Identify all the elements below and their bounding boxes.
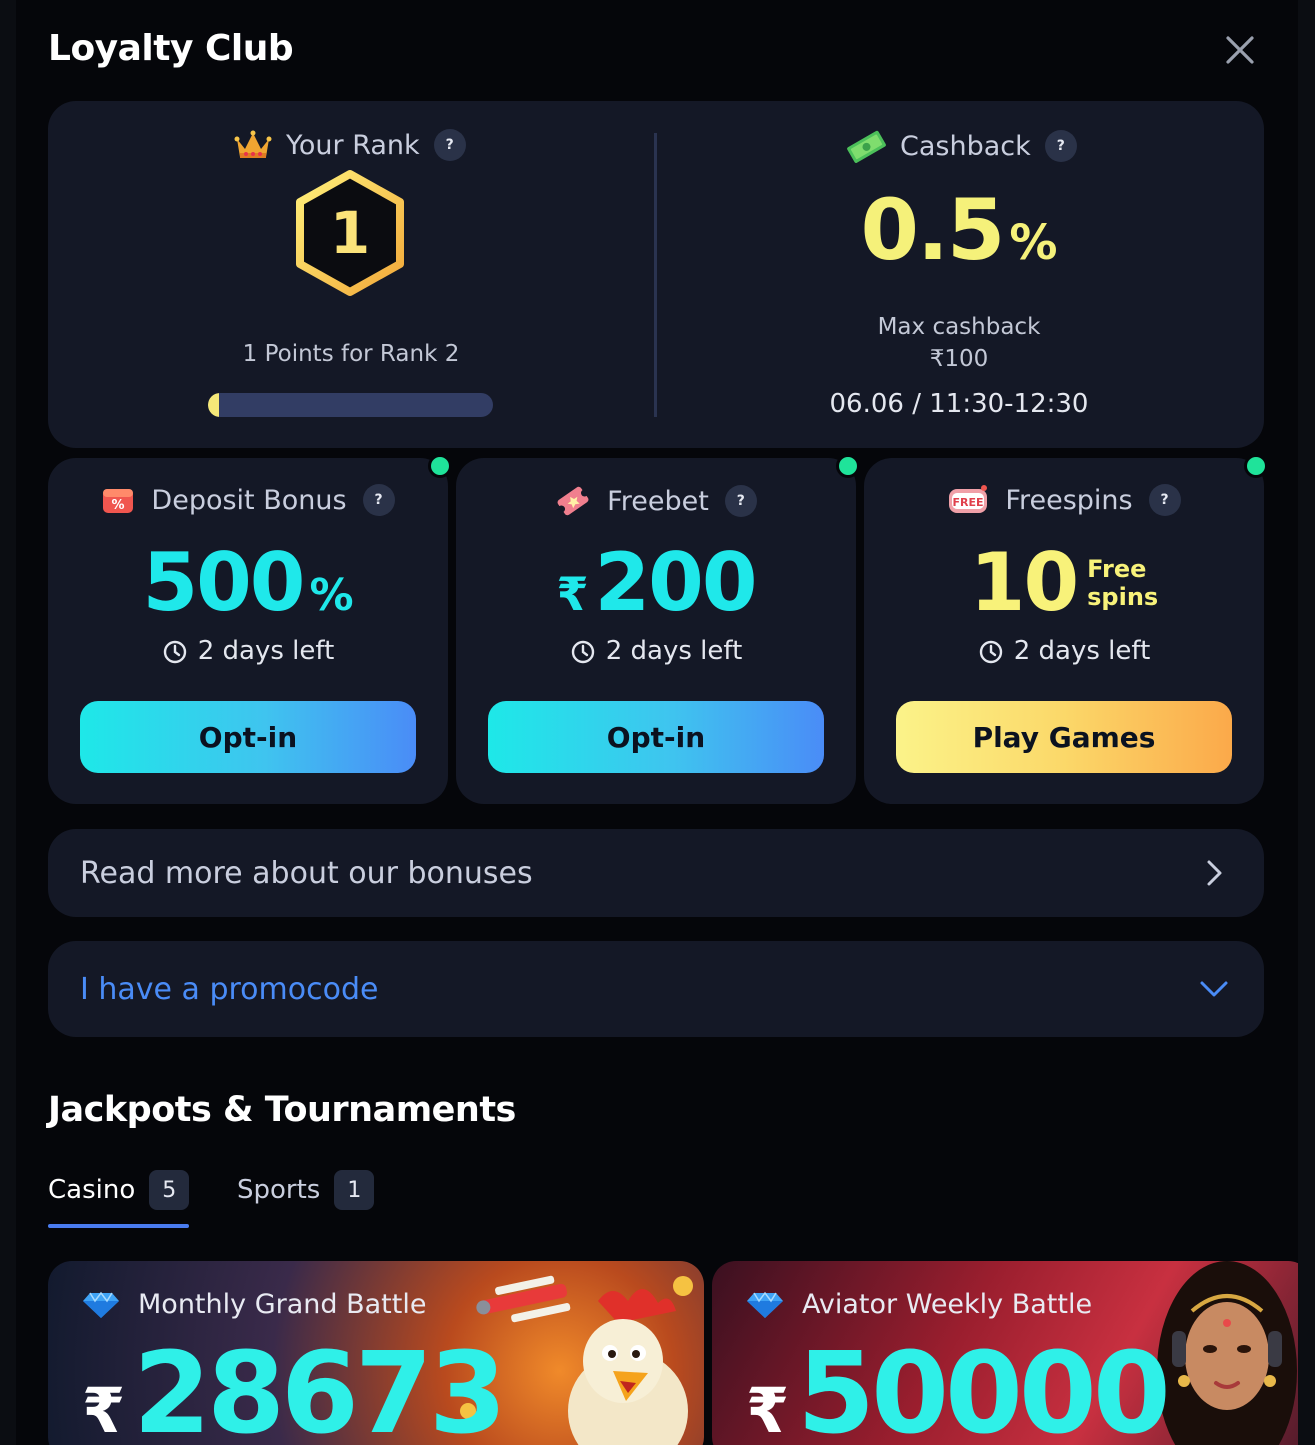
days-left-text: 2 days left xyxy=(1013,636,1151,666)
diamond-icon xyxy=(83,1291,119,1318)
bonus-number: 500 xyxy=(142,536,305,629)
cashback-help-button[interactable]: ? xyxy=(1044,130,1077,162)
bonus-title: Freespins xyxy=(1005,484,1133,516)
jackpot-amount: ₹50000 xyxy=(746,1329,1171,1445)
freebet-card: Freebet ? ₹200 2 days left Opt-in xyxy=(456,454,860,804)
cashback-header: Cashback ? xyxy=(846,129,1077,163)
tab-count: 1 xyxy=(334,1170,375,1210)
bonus-title: Deposit Bonus xyxy=(151,484,347,516)
jackpot-card[interactable]: Monthly Grand Battle ₹28673 xyxy=(48,1261,704,1445)
bonus-amount: ₹200 xyxy=(456,536,856,629)
rank-label: Your Rank xyxy=(286,129,420,161)
active-status-dot xyxy=(1244,454,1268,478)
jackpot-currency: ₹ xyxy=(82,1374,126,1445)
max-cashback-label: Max cashback xyxy=(877,314,1041,340)
days-left: 2 days left xyxy=(864,636,1264,666)
jackpot-name-text: Aviator Weekly Battle xyxy=(802,1289,1093,1320)
chevron-right-icon xyxy=(1207,860,1222,886)
promocode-label: I have a promocode xyxy=(80,971,379,1007)
rank-progress-bar xyxy=(208,393,493,417)
cashback-value: 0.5% xyxy=(654,181,1264,279)
page-title: Loyalty Club xyxy=(48,28,294,69)
bonus-currency: ₹ xyxy=(556,567,589,621)
money-icon xyxy=(847,130,886,163)
bonus-amount: 500% xyxy=(48,536,448,629)
chevron-down-icon xyxy=(1200,981,1228,997)
deposit-bonus-card: % Deposit Bonus ? 500% 2 days left Opt-i… xyxy=(48,454,452,804)
bonus-title: Freebet xyxy=(607,485,709,517)
promocode-toggle[interactable]: I have a promocode xyxy=(48,941,1264,1037)
bonus-suffix: % xyxy=(309,570,354,621)
jackpot-amount-value: 50000 xyxy=(797,1329,1171,1445)
timer-icon xyxy=(571,640,594,664)
bonus-help-button[interactable]: ? xyxy=(1148,484,1181,516)
close-icon[interactable] xyxy=(1220,30,1260,70)
bonus-amount: 10 Free spins xyxy=(864,536,1264,629)
max-cashback: Max cashback ₹100 xyxy=(654,311,1264,375)
days-left: 2 days left xyxy=(48,636,448,666)
ticket-icon xyxy=(557,486,589,516)
svg-text:FREE: FREE xyxy=(953,496,984,509)
cashback-time: 06.06 / 11:30-12:30 xyxy=(829,389,1089,419)
crown-icon xyxy=(234,130,272,158)
read-more-label: Read more about our bonuses xyxy=(80,855,533,891)
jackpots-section-title: Jackpots & Tournaments xyxy=(48,1090,516,1130)
points-to-next-rank: 1 Points for Rank 2 xyxy=(242,341,460,367)
days-left-text: 2 days left xyxy=(197,636,335,666)
bonus-header: FREE Freespins ? xyxy=(864,484,1264,516)
freespins-card: FREE Freespins ? 10 Free spins 2 days le… xyxy=(864,454,1268,804)
svg-text:%: % xyxy=(112,498,125,513)
rank-header: Your Rank ? xyxy=(234,129,466,161)
days-left-text: 2 days left xyxy=(605,636,743,666)
days-left: 2 days left xyxy=(456,636,856,666)
cashback-number: 0.5 xyxy=(860,181,1006,279)
jackpot-card[interactable]: Aviator Weekly Battle ₹50000 xyxy=(712,1261,1298,1445)
bonus-help-button[interactable]: ? xyxy=(362,484,395,516)
wallet-percent-icon: % xyxy=(103,489,134,513)
bonus-suffix-line2: spins xyxy=(1087,582,1159,611)
active-status-dot xyxy=(836,454,860,478)
loyalty-club-panel: Loyalty Club Your Rank ? 1 1 Points for … xyxy=(16,0,1298,1445)
tab-sports[interactable]: Sports 1 xyxy=(237,1170,375,1210)
jackpot-name-text: Monthly Grand Battle xyxy=(138,1289,427,1320)
bonus-header: Freebet ? xyxy=(456,484,856,518)
rank-help-button[interactable]: ? xyxy=(433,129,466,161)
max-cashback-value: ₹100 xyxy=(929,346,989,372)
bonus-suffix: Free spins xyxy=(1087,555,1158,611)
cashback-unit: % xyxy=(1009,215,1058,271)
bonus-number: 10 xyxy=(969,536,1079,629)
free-slot-icon: FREE xyxy=(949,485,988,513)
bonus-suffix-line1: Free xyxy=(1087,554,1147,583)
opt-in-button[interactable]: Opt-in xyxy=(80,701,416,773)
cashback-label: Cashback xyxy=(900,130,1031,162)
rank-progress-fill xyxy=(208,393,220,417)
jackpot-amount: ₹28673 xyxy=(82,1329,507,1445)
bonus-header: % Deposit Bonus ? xyxy=(48,484,448,516)
jackpot-currency: ₹ xyxy=(746,1374,790,1445)
bonus-number: 200 xyxy=(594,536,758,629)
tab-label: Casino xyxy=(48,1175,136,1205)
active-status-dot xyxy=(428,454,452,478)
active-tab-indicator xyxy=(48,1224,189,1228)
jackpot-amount-value: 28673 xyxy=(133,1329,507,1445)
timer-icon xyxy=(979,640,1002,664)
timer-icon xyxy=(163,640,186,664)
rank-hexagon-badge: 1 xyxy=(296,170,404,296)
jackpot-name: Aviator Weekly Battle xyxy=(746,1289,1092,1320)
tab-casino[interactable]: Casino 5 xyxy=(48,1170,190,1210)
play-games-button[interactable]: Play Games xyxy=(896,701,1232,773)
rank-value: 1 xyxy=(330,199,370,267)
jackpot-name: Monthly Grand Battle xyxy=(82,1289,426,1320)
bonus-help-button[interactable]: ? xyxy=(724,485,757,517)
rank-cashback-card: Your Rank ? 1 1 Points for Rank 2 Cashba… xyxy=(48,101,1264,448)
tab-label: Sports xyxy=(237,1175,321,1205)
read-more-bonuses-link[interactable]: Read more about our bonuses xyxy=(48,829,1264,917)
tab-count: 5 xyxy=(149,1170,190,1210)
opt-in-button[interactable]: Opt-in xyxy=(488,701,824,773)
diamond-icon xyxy=(747,1291,783,1318)
